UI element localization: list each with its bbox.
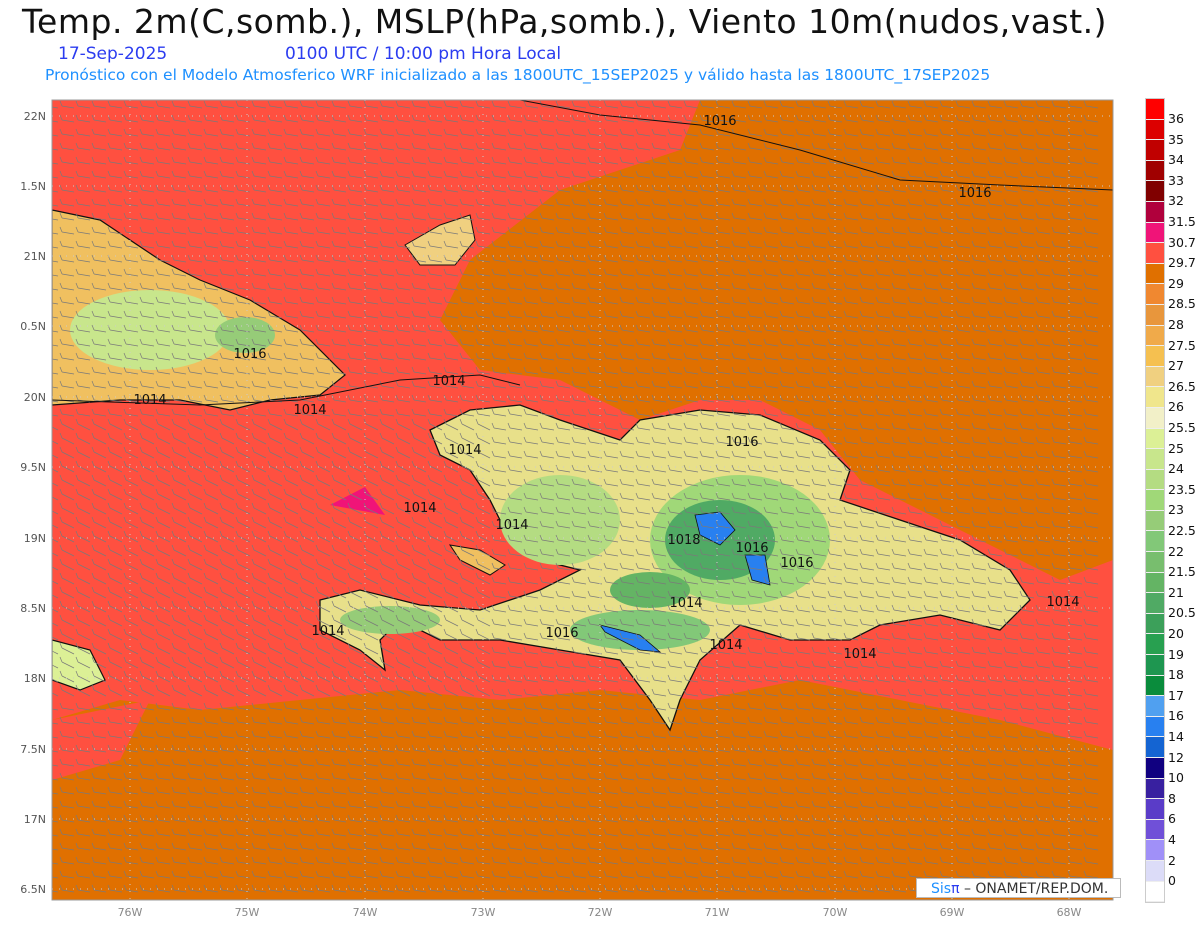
wind-barb-flag — [44, 143, 46, 148]
wind-barb-flag — [44, 241, 46, 246]
wind-barb-flag — [44, 545, 46, 550]
wind-barb-flag — [44, 587, 46, 592]
wind-barb-flag — [44, 101, 46, 106]
wind-barb-flag — [44, 269, 46, 274]
weather-map: 1016101610161014101410141014101410141016… — [20, 99, 1114, 919]
wind-barb-flag — [44, 503, 46, 508]
wind-barb-flag — [44, 475, 46, 480]
wind-barb-flag — [44, 199, 46, 204]
wind-barb-flag — [44, 311, 46, 316]
wind-barb-flag — [44, 353, 46, 358]
wind-barb-flag — [44, 489, 46, 494]
wind-barb-flag — [44, 227, 46, 232]
wind-barb-flag — [44, 381, 46, 386]
wind-barb-flag — [44, 615, 46, 620]
wind-barb-flag — [44, 573, 46, 578]
wind-barb-flag — [44, 419, 46, 424]
wind-barb-flag — [44, 171, 46, 176]
wind-barb-flag — [44, 367, 46, 372]
wind-barb-flag — [44, 339, 46, 344]
wind-barb-flag — [44, 447, 46, 452]
wind-barb-flag — [44, 517, 46, 522]
wind-barb-flag — [44, 157, 46, 162]
wind-barb-flag — [44, 297, 46, 302]
wind-barb-flag — [44, 409, 46, 414]
wind-barb-flag — [44, 129, 46, 134]
wind-barb-flag — [44, 559, 46, 564]
wind-barb-flag — [44, 433, 46, 438]
wind-barb-flag — [44, 283, 46, 288]
wind-barb-flag — [44, 213, 46, 218]
